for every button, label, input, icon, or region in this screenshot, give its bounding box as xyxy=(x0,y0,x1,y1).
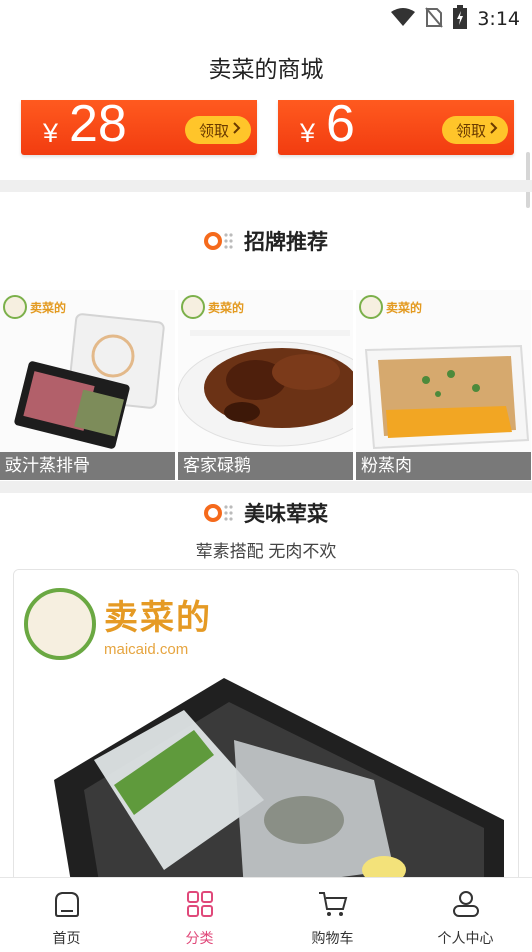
coupon-amount: 28 xyxy=(69,95,127,153)
section-subtitle: 荤素搭配 无肉不欢 xyxy=(195,542,337,561)
brand-name: 卖菜的 xyxy=(208,300,245,315)
nav-label: 个人中心 xyxy=(437,930,494,946)
user-icon xyxy=(451,890,481,923)
section-label: 招牌推荐 xyxy=(244,231,328,254)
coupon-amount: 6 xyxy=(326,95,355,153)
nav-item-cart[interactable]: 购物车 xyxy=(266,878,399,952)
featured-item[interactable]: 卖菜的 豉汁蒸排骨 xyxy=(0,290,175,480)
nav-item-home[interactable]: 首页 xyxy=(0,878,133,952)
brand-badge: 卖菜的 xyxy=(359,295,422,319)
brand-logo: 卖菜的 maicaid.com xyxy=(24,588,212,660)
claim-label: 领取 xyxy=(455,122,486,140)
nav-item-category[interactable]: 分类 xyxy=(133,878,266,952)
brand-name: 卖菜的 xyxy=(104,599,212,637)
featured-list: 卖菜的 豉汁蒸排骨 卖菜的 客家碌鹅 卖菜的 粉蒸肉 xyxy=(0,290,532,480)
wifi-icon xyxy=(391,7,416,32)
featured-item[interactable]: 卖菜的 客家碌鹅 xyxy=(178,290,353,480)
home-icon xyxy=(52,890,82,923)
section-logo-icon xyxy=(204,502,236,524)
brand-badge: 卖菜的 xyxy=(3,295,66,319)
section-title-signature: 招牌推荐 xyxy=(0,226,532,256)
no-sim-icon xyxy=(425,6,444,33)
coupon-card[interactable]: ¥ 6 领取 xyxy=(278,95,514,155)
claim-label: 领取 xyxy=(198,122,229,140)
brand-logo-icon xyxy=(181,295,205,319)
featured-caption: 粉蒸肉 xyxy=(356,452,531,480)
featured-caption: 豉汁蒸排骨 xyxy=(0,452,175,480)
category-grid-icon xyxy=(185,890,215,923)
app-header: 卖菜的商城 xyxy=(0,38,532,96)
claim-coupon-button[interactable]: 领取 xyxy=(184,116,251,144)
coupon-row: ¥ 28 领取 ¥ 6 领取 xyxy=(0,95,532,158)
chevron-right-icon xyxy=(232,121,241,139)
battery-charging-icon xyxy=(453,4,468,34)
section-label: 美味荤菜 xyxy=(244,503,328,526)
section-logo-icon xyxy=(204,230,236,252)
brand-name: 卖菜的 xyxy=(386,300,423,315)
brand-logo-icon xyxy=(359,295,383,319)
featured-item[interactable]: 卖菜的 粉蒸肉 xyxy=(356,290,531,480)
cart-icon xyxy=(317,890,349,923)
section-title-meat: 美味荤菜 xyxy=(0,498,532,528)
brand-badge: 卖菜的 xyxy=(181,295,244,319)
featured-caption: 客家碌鹅 xyxy=(178,452,353,480)
bottom-nav: 首页 分类 购物车 个人中心 xyxy=(0,877,532,952)
status-icons: 3:14 xyxy=(391,4,520,34)
brand-domain: maicaid.com xyxy=(104,641,189,658)
status-time: 3:14 xyxy=(477,8,520,30)
section-divider xyxy=(0,180,532,192)
product-card[interactable]: 卖菜的 maicaid.com xyxy=(13,569,519,899)
coupon-currency: ¥ xyxy=(300,118,316,148)
claim-coupon-button[interactable]: 领取 xyxy=(441,116,508,144)
page-title: 卖菜的商城 xyxy=(208,56,324,82)
section-divider xyxy=(0,481,532,493)
coupon-card[interactable]: ¥ 28 领取 xyxy=(21,95,257,155)
nav-label: 首页 xyxy=(52,930,81,946)
nav-label: 分类 xyxy=(185,930,214,946)
nav-label: 购物车 xyxy=(311,930,354,946)
brand-logo-icon xyxy=(3,295,27,319)
brand-name: 卖菜的 xyxy=(30,300,67,315)
chevron-right-icon xyxy=(489,121,498,139)
nav-item-profile[interactable]: 个人中心 xyxy=(399,878,532,952)
coupon-currency: ¥ xyxy=(43,118,59,148)
status-bar: 3:14 xyxy=(0,0,532,38)
brand-logo-icon xyxy=(24,588,96,660)
